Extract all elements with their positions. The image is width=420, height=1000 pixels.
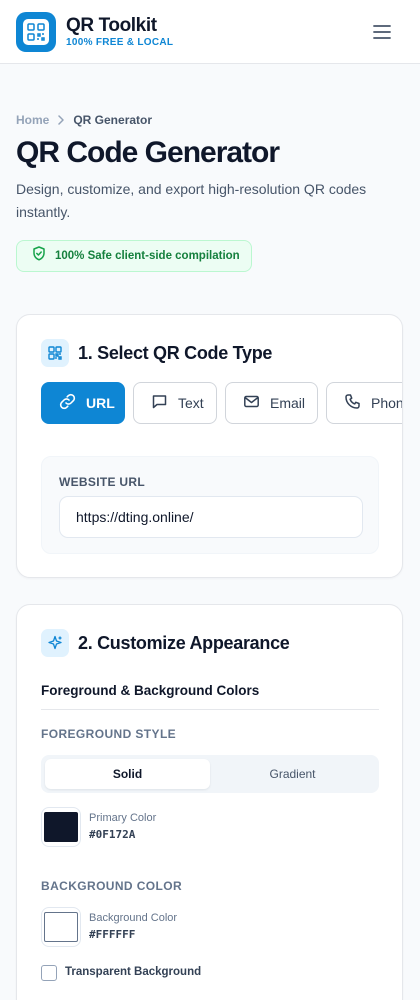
type-text-label: Text xyxy=(178,395,204,411)
qr-type-card: 1. Select QR Code Type URL Text Email Ph… xyxy=(16,314,403,578)
background-color-picker[interactable] xyxy=(41,907,81,947)
divider xyxy=(41,709,379,710)
background-color-hex: #FFFFFF xyxy=(89,928,136,941)
primary-color-swatch xyxy=(44,812,78,842)
type-phone-label: Phone xyxy=(371,395,403,411)
website-url-label: WEBSITE URL xyxy=(59,475,145,489)
transparent-background-checkbox[interactable] xyxy=(41,965,57,981)
primary-color-hex: #0F172A xyxy=(89,828,136,841)
breadcrumb: Home QR Generator xyxy=(16,113,152,127)
website-url-input[interactable] xyxy=(59,496,363,538)
breadcrumb-current: QR Generator xyxy=(73,113,153,127)
app-header: QR Toolkit 100% FREE & LOCAL xyxy=(0,0,420,64)
page-title: QR Code Generator xyxy=(16,136,280,169)
shield-check-icon xyxy=(32,246,46,266)
primary-color-picker[interactable] xyxy=(41,807,81,847)
brand-name[interactable]: QR Toolkit xyxy=(66,15,157,37)
transparent-background-label[interactable]: Transparent Background xyxy=(65,966,201,978)
mail-icon xyxy=(243,393,260,413)
brand-tagline: 100% FREE & LOCAL xyxy=(66,37,174,48)
type-email-label: Email xyxy=(270,395,306,411)
style-solid-button[interactable]: Solid xyxy=(45,759,210,789)
type-email-button[interactable]: Email xyxy=(225,382,318,424)
type-text-button[interactable]: Text xyxy=(133,382,217,424)
chevron-right-icon xyxy=(57,115,65,125)
qr-scan-icon xyxy=(41,339,69,367)
type-phone-button[interactable]: Phone xyxy=(326,382,403,424)
phone-icon xyxy=(344,393,361,413)
step2-title: 2. Customize Appearance xyxy=(78,632,290,653)
safe-badge: 100% Safe client-side compilation xyxy=(16,240,252,272)
link-icon xyxy=(59,393,76,413)
url-panel: WEBSITE URL xyxy=(41,456,379,554)
colors-section-heading: Foreground & Background Colors xyxy=(41,683,260,698)
background-color-name: Background Color xyxy=(89,912,178,924)
page-subtitle: Design, customize, and export high-resol… xyxy=(16,181,367,220)
message-icon xyxy=(151,393,168,413)
hamburger-menu-icon[interactable] xyxy=(368,18,396,46)
background-color-swatch xyxy=(44,912,78,942)
background-color-label: BACKGROUND COLOR xyxy=(41,879,183,893)
type-url-label: URL xyxy=(86,395,115,411)
safe-badge-text: 100% Safe client-side compilation xyxy=(55,250,240,262)
foreground-style-label: FOREGROUND STYLE xyxy=(41,727,177,741)
customize-card: 2. Customize Appearance Foreground & Bac… xyxy=(16,604,403,1000)
qr-type-selector: URL Text Email Phon xyxy=(41,382,403,426)
step1-title: 1. Select QR Code Type xyxy=(78,342,273,363)
style-gradient-button[interactable]: Gradient xyxy=(210,759,375,789)
qr-code-icon[interactable] xyxy=(16,12,56,52)
breadcrumb-home-link[interactable]: Home xyxy=(16,113,49,127)
primary-color-label: Primary Color xyxy=(89,812,157,824)
foreground-style-toggle: Solid Gradient xyxy=(41,755,379,793)
type-url-button[interactable]: URL xyxy=(41,382,125,424)
sparkle-icon xyxy=(41,629,69,657)
